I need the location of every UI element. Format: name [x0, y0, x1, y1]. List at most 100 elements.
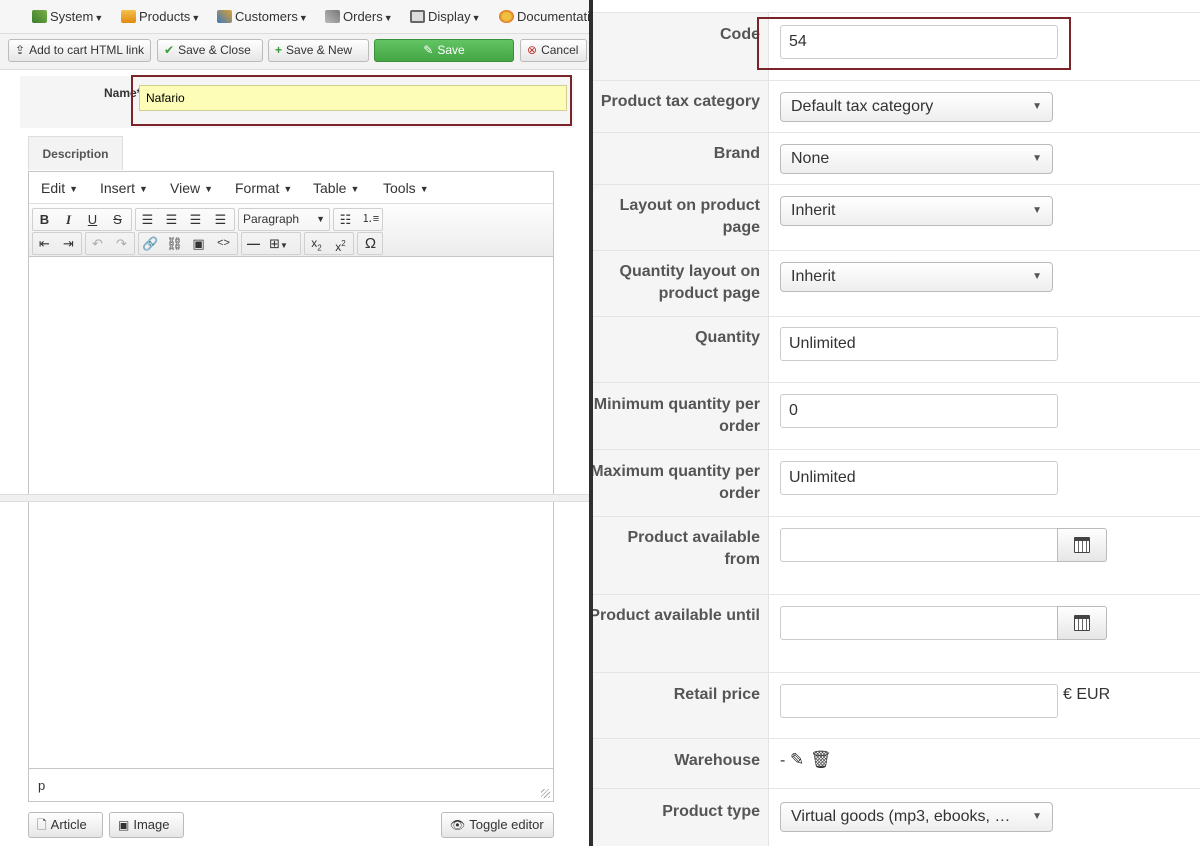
editor-menubar: Edit ▼ Insert ▼ View ▼ Format ▼ Table ▼ Tools…: [29, 172, 553, 204]
editor-menu-view[interactable]: View ▼: [170, 180, 213, 196]
editor-menu-tools-label: Tools: [383, 180, 416, 196]
unlink-icon[interactable]: ⛓: [163, 233, 186, 254]
paragraph-format-select[interactable]: Paragraph ▼: [239, 209, 329, 230]
save-button[interactable]: ✎ Save: [374, 39, 514, 62]
image-button[interactable]: ▣ Image: [109, 812, 184, 838]
editor-menu-table[interactable]: Table ▼: [313, 180, 359, 196]
save-and-new-label: Save & New: [286, 43, 353, 57]
max-quantity-label-line1: Maximum quantity per: [593, 463, 760, 480]
quantity-layout-label-line2: product page: [658, 285, 760, 302]
quantity-input[interactable]: [780, 327, 1058, 361]
chevron-down-icon: ▼: [204, 184, 214, 194]
chevron-down-icon: ▼: [1032, 205, 1042, 216]
layout-product-page-select[interactable]: Inherit ▼: [780, 196, 1053, 226]
retail-price-input[interactable]: [780, 684, 1058, 718]
trash-icon[interactable]: 🗑: [810, 750, 832, 770]
menu-orders-label: Orders: [343, 9, 383, 24]
brand-select[interactable]: None ▼: [780, 144, 1053, 174]
quantity-layout-select[interactable]: Inherit ▼: [780, 262, 1053, 292]
redo-icon[interactable]: ↷: [110, 233, 133, 254]
available-until-label: Product available until: [593, 607, 760, 624]
min-quantity-label-line1: Minimum quantity per: [593, 396, 760, 413]
available-until-input[interactable]: [780, 606, 1058, 640]
chevron-down-icon: ▼: [471, 13, 481, 23]
editor-content-area[interactable]: [0, 258, 589, 768]
save-and-close-button[interactable]: ✔ Save & Close: [157, 39, 263, 62]
article-label: Article: [50, 817, 87, 832]
horizontal-rule-icon[interactable]: —: [242, 233, 265, 254]
menu-customers-label: Customers: [235, 9, 298, 24]
indent-icon[interactable]: ⇥: [57, 233, 80, 254]
insert-image-icon[interactable]: ▣: [187, 233, 210, 254]
max-quantity-label: Maximum quantity per order: [593, 461, 760, 505]
available-from-label-line2: from: [724, 551, 760, 568]
row-divider: [593, 184, 1200, 185]
product-type-select[interactable]: Virtual goods (mp3, ebooks, … ▼: [780, 802, 1053, 832]
chevron-down-icon: ▼: [419, 184, 429, 194]
italic-icon[interactable]: I: [57, 209, 80, 230]
action-toolbar: ⇪ Add to cart HTML link ✔ Save & Close + Sa…: [0, 34, 589, 70]
link-icon[interactable]: 🔗: [139, 233, 162, 254]
paragraph-format-label: Paragraph: [243, 212, 300, 226]
add-to-cart-html-link-button[interactable]: ⇪ Add to cart HTML link: [8, 39, 151, 62]
undo-icon[interactable]: ↶: [86, 233, 109, 254]
editor-menu-edit[interactable]: Edit ▼: [41, 180, 78, 196]
row-divider: [593, 80, 1200, 81]
bold-icon[interactable]: B: [33, 209, 56, 230]
editor-menu-tools[interactable]: Tools ▼: [383, 180, 429, 196]
strikethrough-icon[interactable]: S: [106, 209, 129, 230]
align-center-icon[interactable]: ☰: [160, 209, 183, 230]
cancel-button[interactable]: ⊗ Cancel: [520, 39, 587, 62]
menu-orders[interactable]: Orders▼: [325, 9, 393, 24]
available-until-calendar-button[interactable]: [1057, 606, 1107, 640]
align-left-icon[interactable]: ☰: [136, 209, 159, 230]
align-right-icon[interactable]: ☰: [184, 209, 207, 230]
resize-handle-icon[interactable]: [541, 789, 550, 798]
numbered-list-icon[interactable]: ⒈≡: [359, 209, 382, 230]
menu-customers[interactable]: Customers▼: [217, 9, 308, 24]
available-from-calendar-button[interactable]: [1057, 528, 1107, 562]
menu-documentation[interactable]: Documentation: [499, 9, 589, 24]
menu-system[interactable]: System▼: [32, 9, 103, 24]
chevron-down-icon: ▼: [1032, 101, 1042, 112]
image-icon: ▣: [118, 818, 130, 832]
toggle-editor-button[interactable]: 👁 Toggle editor: [441, 812, 554, 838]
tax-category-label: Product tax category: [600, 93, 760, 110]
bullet-list-icon[interactable]: ☷: [334, 209, 357, 230]
add-to-cart-html-link-label: Add to cart HTML link: [29, 43, 144, 57]
tab-description[interactable]: Description: [28, 136, 123, 170]
chevron-down-icon: ▼: [1032, 811, 1042, 822]
warehouse-value: -: [780, 752, 786, 769]
available-from-input[interactable]: [780, 528, 1058, 562]
tax-category-select[interactable]: Default tax category ▼: [780, 92, 1053, 122]
subscript-icon[interactable]: x2: [305, 233, 328, 254]
align-justify-icon[interactable]: ☰: [209, 209, 232, 230]
row-divider: [593, 316, 1200, 317]
max-quantity-input[interactable]: [780, 461, 1058, 495]
orders-icon: [325, 10, 340, 23]
cancel-circle-icon: ⊗: [527, 43, 538, 57]
calendar-icon: [1074, 615, 1090, 631]
table-icon[interactable]: ⊞▼: [267, 233, 290, 254]
code-icon[interactable]: <>: [212, 233, 235, 254]
underline-icon[interactable]: U: [81, 209, 104, 230]
min-quantity-input[interactable]: [780, 394, 1058, 428]
menu-display[interactable]: Display▼: [410, 9, 481, 24]
tax-category-value: Default tax category: [791, 98, 934, 115]
display-icon: [410, 10, 425, 23]
editor-menu-format[interactable]: Format ▼: [235, 180, 292, 196]
superscript-icon[interactable]: x2: [329, 233, 352, 254]
omega-icon[interactable]: Ω: [359, 233, 382, 254]
outdent-icon[interactable]: ⇤: [33, 233, 56, 254]
editor-toolbar: B I U S ☰ ☰ ☰ ☰ Paragraph ▼ ☷ ⒈≡ ⇤ ⇥ ↶ ↷ …: [29, 205, 553, 257]
chevron-down-icon: ▼: [1032, 153, 1042, 164]
editor-menu-insert[interactable]: Insert ▼: [100, 180, 148, 196]
pencil-icon[interactable]: ✎: [790, 750, 804, 770]
editor-menu-insert-label: Insert: [100, 180, 136, 196]
quantity-label: Quantity: [695, 329, 760, 346]
element-path[interactable]: p: [38, 778, 45, 793]
menu-products[interactable]: Products▼: [121, 9, 200, 24]
save-and-new-button[interactable]: + Save & New: [268, 39, 369, 62]
rich-text-editor: Edit ▼ Insert ▼ View ▼ Format ▼ Table ▼ Tools…: [0, 171, 589, 802]
article-button[interactable]: 🗋 Article: [28, 812, 103, 838]
